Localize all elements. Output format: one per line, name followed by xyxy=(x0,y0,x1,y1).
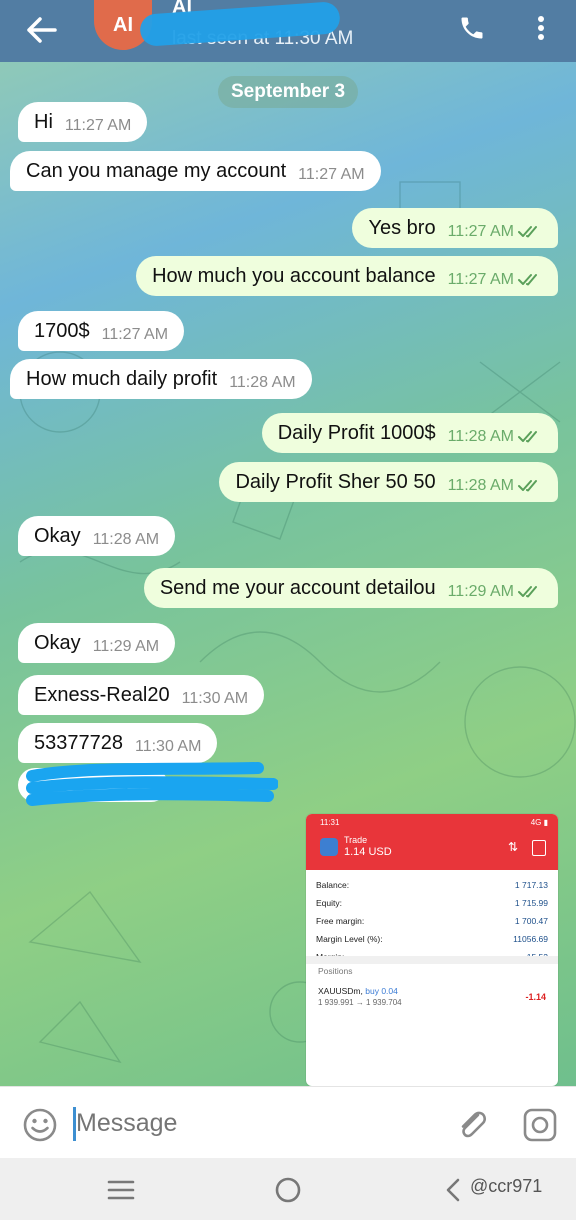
read-checkmarks-icon xyxy=(518,585,542,599)
message-text: Hi xyxy=(34,110,53,133)
incoming-message[interactable]: Okay 11:28 AM xyxy=(18,516,176,556)
message-time: 11:27 AM xyxy=(101,326,169,343)
message-text: 1700$ xyxy=(34,319,90,342)
message-time: 11:27 AM xyxy=(298,166,365,183)
position-side: buy 0.04 xyxy=(365,986,398,996)
read-checkmarks-icon xyxy=(518,430,542,444)
chat-header: AI Al last seen at 11:30 AM xyxy=(0,0,576,62)
more-options-icon[interactable] xyxy=(526,8,556,48)
summary-value: 1 700.47 xyxy=(514,916,548,926)
message-text: Daily Profit 1000$ xyxy=(277,421,436,444)
message-time: 11:29 AM xyxy=(447,583,514,600)
message-text: Can you manage my account xyxy=(26,159,287,182)
positions-divider xyxy=(306,956,558,964)
date-separator: September 3 xyxy=(218,76,358,108)
new-order-icon xyxy=(532,840,546,856)
home-icon[interactable] xyxy=(271,1173,305,1207)
account-summary-row: Equity: 1 715.99 xyxy=(316,894,548,912)
outgoing-message[interactable]: How much you account balance 11:27 AM xyxy=(136,256,558,296)
message-text: Exness-Real20 xyxy=(34,683,170,706)
message-time: 11:28 AM xyxy=(229,374,296,391)
position-symbol: XAUUSDm, buy 0.04 xyxy=(318,986,398,996)
positions-label: Positions xyxy=(318,966,353,976)
summary-value: 1 717.13 xyxy=(514,880,548,890)
position-profit: -1.14 xyxy=(525,992,546,1002)
message-time: 11:27 AM xyxy=(447,271,514,288)
incoming-message[interactable]: 1700$ 11:27 AM xyxy=(18,311,185,351)
read-checkmarks-icon xyxy=(518,479,542,493)
message-time: 11:28 AM xyxy=(92,531,160,548)
trade-screenshot-image[interactable]: 11:31 4G ▮ Trade 1.14 USD ⇅ Balance: 1 71… xyxy=(306,814,558,1086)
account-summary-row: Free margin: 1 700.47 xyxy=(316,912,548,930)
message-input-bar xyxy=(0,1086,576,1159)
message-time: 11:27 AM xyxy=(447,223,514,240)
system-navigation-bar: @ccr971 xyxy=(0,1158,576,1220)
trade-app-bar: 11:31 4G ▮ Trade 1.14 USD ⇅ xyxy=(306,814,558,870)
camera-icon[interactable] xyxy=(522,1107,558,1143)
summary-label: Balance: xyxy=(316,880,350,890)
message-text: Send me your account detailou xyxy=(159,576,436,599)
avatar-initials: AI xyxy=(113,13,133,36)
redacted-message-scribble xyxy=(18,762,278,806)
account-summary-row: Balance: 1 717.13 xyxy=(316,876,548,894)
back-nav-icon[interactable] xyxy=(436,1173,470,1207)
position-symbol-name: XAUUSDm, xyxy=(318,986,363,996)
message-time: 11:30 AM xyxy=(181,690,249,707)
read-checkmarks-icon xyxy=(518,273,542,287)
summary-value: 1 715.99 xyxy=(514,898,548,908)
chat-area[interactable]: September 3 Hi 11:27 AM Can you manage my … xyxy=(0,62,576,1086)
incoming-message[interactable]: Okay 11:29 AM xyxy=(18,623,176,663)
message-text: Daily Profit Sher 50 50 xyxy=(235,470,436,493)
message-time: 11:27 AM xyxy=(64,117,132,134)
account-summary-row: Margin Level (%): 11056.69 xyxy=(316,930,548,948)
shot-clock: 11:31 xyxy=(320,818,340,827)
trade-subtitle: 1.14 USD xyxy=(344,846,392,858)
message-text: 53377728 xyxy=(34,731,123,754)
watermark: @ccr971 xyxy=(470,1176,543,1196)
phone-call-icon[interactable] xyxy=(452,8,492,48)
message-time: 11:28 AM xyxy=(447,428,514,445)
read-checkmarks-icon xyxy=(518,225,542,239)
outgoing-message[interactable]: Daily Profit Sher 50 50 11:28 AM xyxy=(219,462,558,502)
summary-label: Margin Level (%): xyxy=(316,934,383,944)
message-text: Okay xyxy=(34,631,81,654)
incoming-message[interactable]: How much daily profit 11:28 AM xyxy=(10,359,312,399)
incoming-message[interactable]: Can you manage my account 11:27 AM xyxy=(10,151,381,191)
message-text: Yes bro xyxy=(368,216,436,239)
recent-apps-icon[interactable] xyxy=(104,1173,138,1207)
summary-value: 11056.69 xyxy=(513,934,548,944)
position-prices: 1 939.991 → 1 939.704 xyxy=(318,998,402,1007)
sort-arrows-icon: ⇅ xyxy=(507,840,518,854)
trade-app-logo xyxy=(320,838,338,856)
outgoing-message[interactable]: Yes bro 11:27 AM xyxy=(352,208,558,248)
message-text: Okay xyxy=(34,524,81,547)
summary-label: Equity: xyxy=(316,898,342,908)
message-time: 11:28 AM xyxy=(447,477,514,494)
trade-title: Trade xyxy=(344,835,368,845)
account-summary-table: Balance: 1 717.13 Equity: 1 715.99 Free marg… xyxy=(316,876,548,966)
incoming-message[interactable]: 53377728 11:30 AM xyxy=(18,723,218,763)
back-arrow-icon[interactable] xyxy=(22,10,62,50)
emoji-icon[interactable] xyxy=(22,1107,58,1143)
shot-status-icons: 4G ▮ xyxy=(530,818,548,827)
message-time: 11:29 AM xyxy=(92,638,160,655)
summary-label: Free margin: xyxy=(316,916,365,926)
attach-paperclip-icon[interactable] xyxy=(454,1105,490,1145)
outgoing-message[interactable]: Send me your account detailou 11:29 AM xyxy=(143,568,558,608)
message-text: How much you account balance xyxy=(152,264,436,287)
outgoing-message[interactable]: Daily Profit 1000$ 11:28 AM xyxy=(261,413,558,453)
message-input[interactable] xyxy=(76,1105,276,1141)
incoming-message[interactable]: Hi 11:27 AM xyxy=(18,102,148,142)
message-text: How much daily profit xyxy=(26,367,218,390)
message-time: 11:30 AM xyxy=(134,738,202,755)
incoming-message[interactable]: Exness-Real20 11:30 AM xyxy=(18,675,265,715)
